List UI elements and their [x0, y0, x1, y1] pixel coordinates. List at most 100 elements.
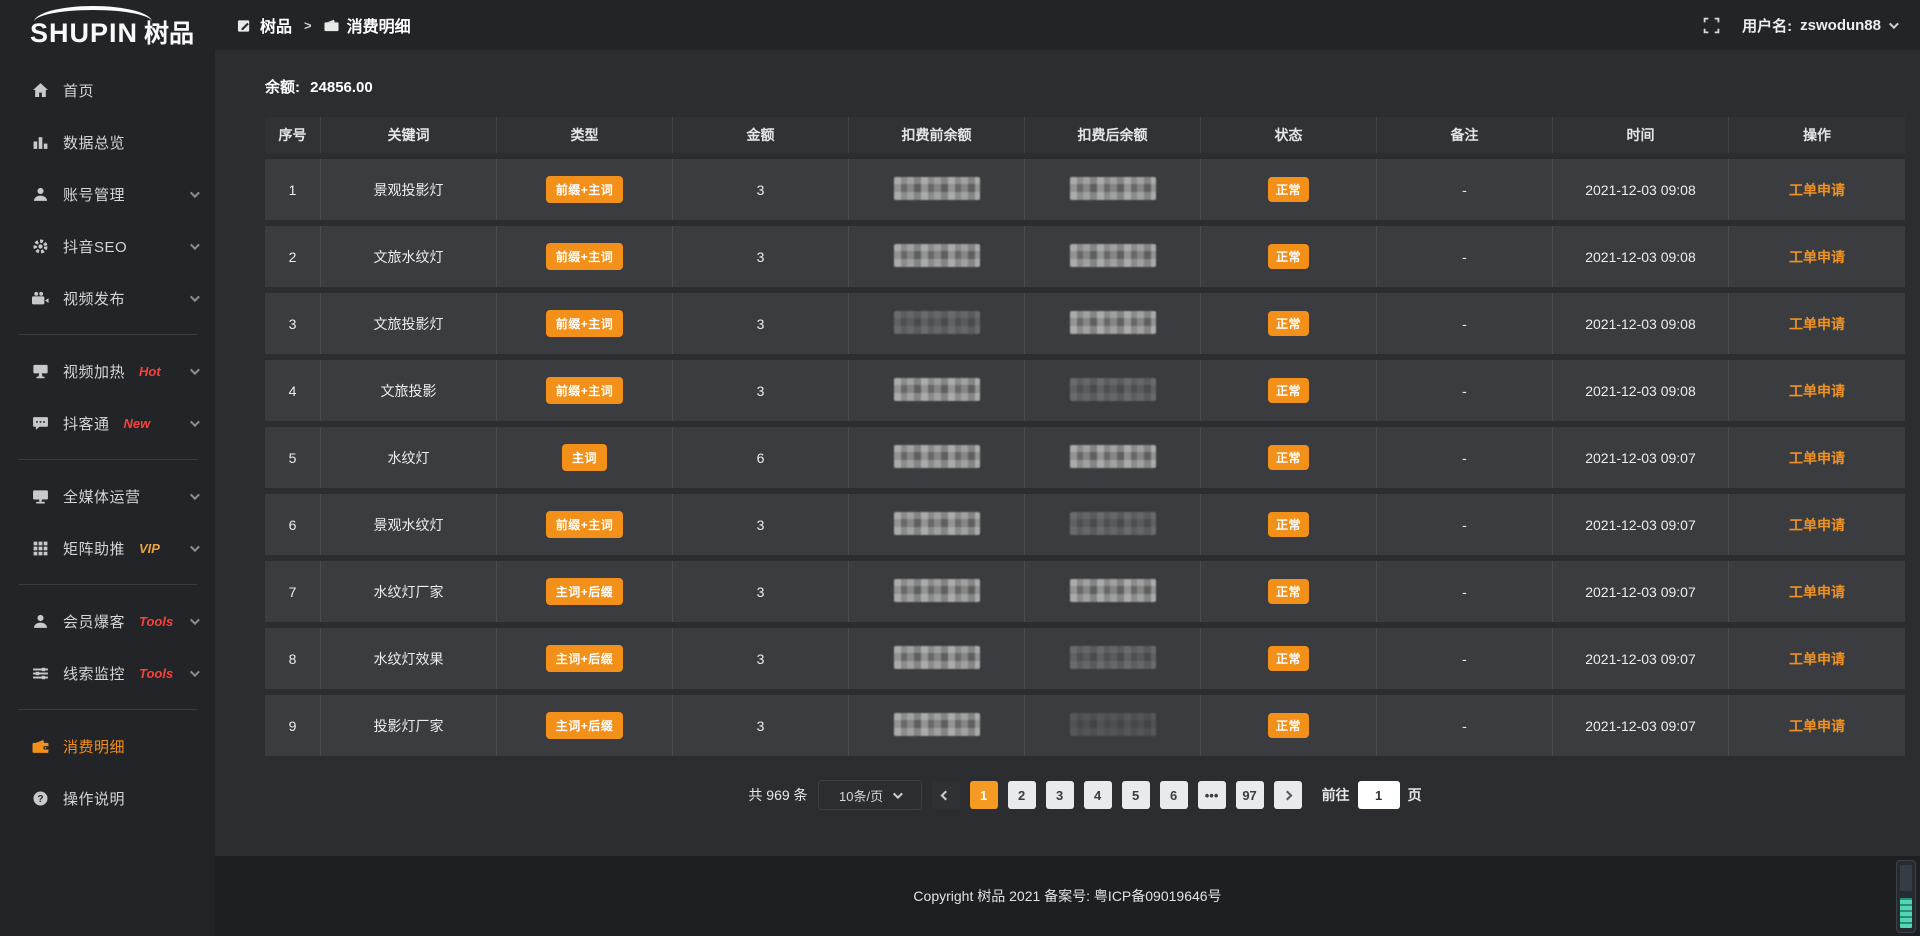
cell-amount: 3: [673, 293, 849, 354]
cell-balance-before: [849, 494, 1025, 555]
work-order-link[interactable]: 工单申请: [1789, 517, 1845, 533]
blurred-value: [1070, 512, 1156, 535]
chevron-right-icon: [1283, 790, 1293, 800]
page-button[interactable]: 2: [1008, 781, 1036, 809]
page-size-select[interactable]: 10条/页: [818, 780, 922, 810]
blurred-value: [894, 646, 980, 669]
sidebar-item-clue-monitor[interactable]: 线索监控 Tools: [0, 647, 215, 699]
cell-keyword: 水纹灯效果: [321, 628, 497, 689]
cell-keyword: 投影灯厂家: [321, 695, 497, 756]
cell-time: 2021-12-03 09:07: [1553, 695, 1729, 756]
status-badge: 正常: [1268, 646, 1309, 671]
goto-page-input[interactable]: [1358, 781, 1400, 809]
work-order-link[interactable]: 工单申请: [1789, 718, 1845, 734]
status-badge: 正常: [1268, 445, 1309, 470]
cell-keyword: 景观投影灯: [321, 159, 497, 220]
scroll-indicator-widget[interactable]: [1896, 860, 1916, 933]
gear-icon: [32, 238, 49, 255]
username-value: zswodun88: [1800, 17, 1881, 34]
col-balance-after: 扣费后余额: [1025, 117, 1201, 153]
cell-action: 工单申请: [1729, 494, 1905, 555]
page-button[interactable]: 4: [1084, 781, 1112, 809]
cell-balance-after: [1025, 494, 1201, 555]
cell-time: 2021-12-03 09:07: [1553, 427, 1729, 488]
chevron-down-icon: [190, 615, 200, 625]
sidebar-divider: [18, 709, 197, 710]
sidebar-item-consumption-details[interactable]: 消费明细: [0, 720, 215, 772]
blurred-value: [1070, 244, 1156, 267]
page-button[interactable]: 6: [1160, 781, 1188, 809]
work-order-link[interactable]: 工单申请: [1789, 450, 1845, 466]
work-order-link[interactable]: 工单申请: [1789, 584, 1845, 600]
work-order-link[interactable]: 工单申请: [1789, 316, 1845, 332]
cell-balance-after: [1025, 628, 1201, 689]
sidebar-divider: [18, 584, 197, 585]
chevron-down-icon: [190, 292, 200, 302]
svg-text:?: ?: [37, 793, 43, 804]
blurred-value: [1070, 445, 1156, 468]
header-right: 用户名: zswodun88: [1703, 15, 1896, 36]
chevron-down-icon: [190, 240, 200, 250]
col-amount: 金额: [673, 117, 849, 153]
sidebar-item-video-publish[interactable]: 视频发布: [0, 272, 215, 324]
sidebar-item-label: 矩阵助推: [63, 538, 125, 559]
work-order-link[interactable]: 工单申请: [1789, 651, 1845, 667]
table-row: 5 水纹灯 主词 6 正常 - 2021-12-03 09:07 工单申请: [265, 427, 1905, 488]
cell-remark: -: [1377, 427, 1553, 488]
cell-status: 正常: [1201, 695, 1377, 756]
sidebar-item-label: 账号管理: [63, 184, 125, 205]
user-menu[interactable]: 用户名: zswodun88: [1742, 15, 1896, 36]
blurred-value: [894, 512, 980, 535]
more-pages-button[interactable]: •••: [1198, 781, 1226, 809]
chevron-down-icon: [190, 490, 200, 500]
col-index: 序号: [265, 117, 321, 153]
cell-index: 9: [265, 695, 321, 756]
sidebar-item-instructions[interactable]: ? 操作说明: [0, 772, 215, 824]
breadcrumb-separator: >: [304, 18, 312, 33]
widget-teal-bars: [1900, 898, 1912, 928]
sidebar-item-matrix-boost[interactable]: 矩阵助推 VIP: [0, 522, 215, 574]
work-order-link[interactable]: 工单申请: [1789, 182, 1845, 198]
page-button[interactable]: 1: [970, 781, 998, 809]
sidebar-item-douketong[interactable]: 抖客通 New: [0, 397, 215, 449]
cell-remark: -: [1377, 628, 1553, 689]
cell-type: 前缀+主词: [497, 159, 673, 220]
type-badge: 前缀+主词: [546, 243, 624, 270]
cell-index: 7: [265, 561, 321, 622]
copyright-text: Copyright 树品 2021 备案号: 粤ICP备09019646号: [913, 886, 1221, 906]
vip-tag: VIP: [139, 541, 160, 556]
sidebar-item-omnimedia-operation[interactable]: 全媒体运营: [0, 470, 215, 522]
page-size-value: 10条/页: [839, 786, 883, 805]
work-order-link[interactable]: 工单申请: [1789, 249, 1845, 265]
work-order-link[interactable]: 工单申请: [1789, 383, 1845, 399]
chevron-down-icon: [190, 365, 200, 375]
next-page-button[interactable]: [1274, 781, 1302, 809]
content-area: 余额: 24856.00 序号 关键词 类型 金额 扣费前余额 扣费后余额 状态…: [215, 50, 1920, 856]
sidebar-item-video-heat[interactable]: 视频加热 Hot: [0, 345, 215, 397]
sidebar-item-label: 会员爆客: [63, 611, 125, 632]
col-keyword: 关键词: [321, 117, 497, 153]
blurred-value: [1070, 378, 1156, 401]
cell-status: 正常: [1201, 561, 1377, 622]
blurred-value: [894, 177, 980, 200]
cell-remark: -: [1377, 226, 1553, 287]
type-badge: 前缀+主词: [546, 310, 624, 337]
sidebar-item-home[interactable]: 首页: [0, 64, 215, 116]
blurred-value: [894, 445, 980, 468]
sidebar-item-label: 线索监控: [63, 663, 125, 684]
page-button[interactable]: 97: [1236, 781, 1264, 809]
brand-logo: SHUPIN树品: [0, 0, 215, 50]
status-badge: 正常: [1268, 512, 1309, 537]
cell-balance-before: [849, 360, 1025, 421]
prev-page-button[interactable]: [932, 781, 960, 809]
breadcrumb-home[interactable]: 树品: [260, 13, 292, 37]
sidebar-item-member-baoke[interactable]: 会员爆客 Tools: [0, 595, 215, 647]
sidebar-item-account-management[interactable]: 账号管理: [0, 168, 215, 220]
cell-keyword: 水纹灯厂家: [321, 561, 497, 622]
fullscreen-icon[interactable]: [1703, 17, 1720, 34]
page-button[interactable]: 3: [1046, 781, 1074, 809]
sidebar-item-douyin-seo[interactable]: 抖音SEO: [0, 220, 215, 272]
type-badge: 前缀+主词: [546, 176, 624, 203]
sidebar-item-data-overview[interactable]: 数据总览: [0, 116, 215, 168]
page-button[interactable]: 5: [1122, 781, 1150, 809]
